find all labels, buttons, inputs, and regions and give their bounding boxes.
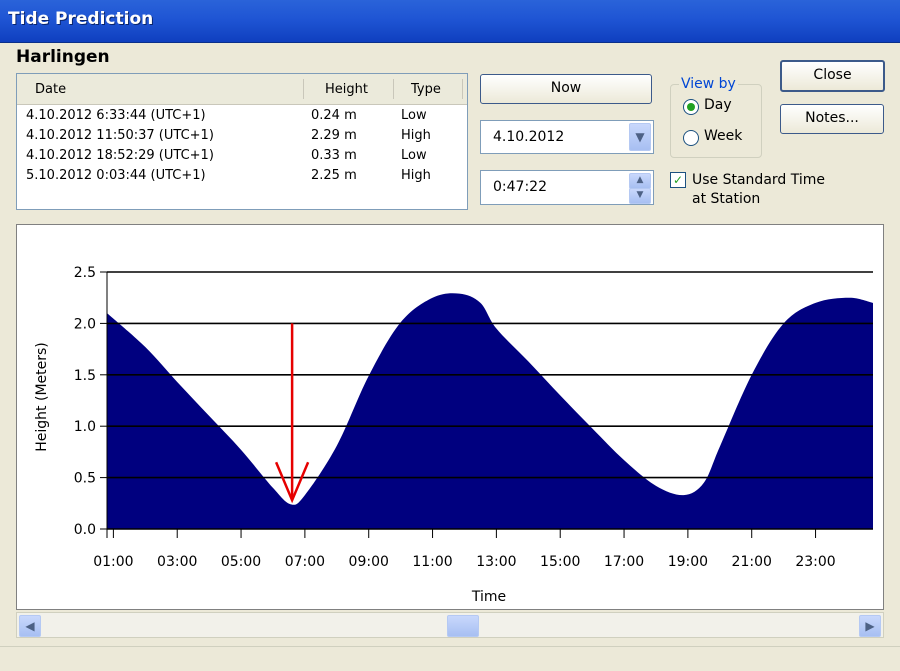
cell-height: 0.24 m [311,108,357,123]
x-tick-label: 07:00 [285,554,325,570]
title-bar[interactable]: Tide Prediction [0,0,900,43]
tide-area-series [107,293,873,529]
column-header-type[interactable]: Type [411,82,441,97]
time-stepper[interactable]: 0:47:22 ▲ ▼ [480,170,654,205]
view-week-label[interactable]: Week [704,128,742,144]
cell-date: 4.10.2012 18:52:29 (UTC+1) [26,148,214,163]
y-tick-label: 0.0 [74,522,96,538]
close-button[interactable]: Close [780,60,885,92]
time-value: 0:47:22 [493,179,547,195]
use-standard-time-line1: Use Standard Time [692,172,826,188]
cell-type: Low [401,148,427,163]
cell-height: 2.29 m [311,128,357,143]
view-by-group: View by Day Week [670,76,762,158]
scroll-left-icon[interactable]: ◀ [19,615,41,637]
table-row[interactable]: 4.10.2012 18:52:29 (UTC+1) 0.33 m Low [17,146,467,166]
x-tick-label: 09:00 [349,554,389,570]
status-bar [0,646,900,671]
use-standard-time-label[interactable]: Use Standard Time at Station [692,171,832,209]
x-tick-label: 11:00 [412,554,452,570]
window-title: Tide Prediction [8,9,154,29]
column-divider[interactable] [393,79,394,99]
station-name: Harlingen [16,47,110,67]
table-row[interactable]: 5.10.2012 0:03:44 (UTC+1) 2.25 m High [17,166,467,186]
scroll-right-icon[interactable]: ▶ [859,615,881,637]
spin-up-icon[interactable]: ▲ [629,173,651,189]
y-tick-label: 0.5 [74,471,96,487]
tide-prediction-window: Tide Prediction Harlingen Date Height Ty… [0,0,900,671]
table-header: Date Height Type [17,74,467,105]
y-tick-label: 2.0 [74,316,96,332]
x-tick-label: 13:00 [476,554,516,570]
cell-height: 2.25 m [311,168,357,183]
x-tick-label: 19:00 [668,554,708,570]
table-row[interactable]: 4.10.2012 6:33:44 (UTC+1) 0.24 m Low [17,106,467,126]
column-header-height[interactable]: Height [325,82,368,97]
use-standard-time-line2: at Station [692,191,761,207]
date-picker[interactable]: 4.10.2012 ▼ [480,120,654,154]
x-tick-label: 15:00 [540,554,580,570]
x-tick-label: 05:00 [221,554,261,570]
y-axis-title: Height (Meters) [34,342,50,452]
table-row[interactable]: 4.10.2012 11:50:37 (UTC+1) 2.29 m High [17,126,467,146]
cell-type: High [401,128,431,143]
cell-type: Low [401,108,427,123]
table-body: 4.10.2012 6:33:44 (UTC+1) 0.24 m Low 4.1… [17,106,467,186]
tide-table[interactable]: Date Height Type 4.10.2012 6:33:44 (UTC+… [16,73,468,210]
notes-button[interactable]: Notes... [780,104,884,134]
spin-down-icon[interactable]: ▼ [629,188,651,204]
view-day-label[interactable]: Day [704,97,732,113]
cell-date: 4.10.2012 11:50:37 (UTC+1) [26,128,214,143]
use-standard-time-checkbox[interactable]: ✓ [670,172,686,188]
x-tick-label: 17:00 [604,554,644,570]
x-axis-title: Time [471,589,506,605]
cell-date: 5.10.2012 0:03:44 (UTC+1) [26,168,206,183]
y-tick-label: 1.5 [74,368,96,384]
radio-selected-dot [687,103,695,111]
view-by-label: View by [679,76,738,92]
column-header-date[interactable]: Date [35,82,66,97]
cell-height: 0.33 m [311,148,357,163]
date-value: 4.10.2012 [493,129,565,145]
cell-type: High [401,168,431,183]
chevron-down-icon[interactable]: ▼ [629,123,651,151]
scroll-thumb[interactable] [447,615,479,637]
horizontal-scrollbar[interactable]: ◀ ▶ [16,612,884,638]
x-tick-label: 23:00 [795,554,835,570]
now-button[interactable]: Now [480,74,652,104]
y-tick-label: 2.5 [74,265,96,281]
column-divider[interactable] [303,79,304,99]
x-tick-label: 01:00 [93,554,133,570]
view-day-radio[interactable] [683,99,699,115]
y-tick-label: 1.0 [74,419,96,435]
x-tick-label: 21:00 [732,554,772,570]
view-week-radio[interactable] [683,130,699,146]
tide-chart-panel: 0.0 0.5 1.0 1.5 2.0 2.5 01:00 03:00 05:00 07:00 09… [16,224,884,610]
cell-date: 4.10.2012 6:33:44 (UTC+1) [26,108,206,123]
tide-chart: 0.0 0.5 1.0 1.5 2.0 2.5 01:00 03:00 05:00 07:00 09… [34,265,873,605]
x-tick-label: 03:00 [157,554,197,570]
column-divider[interactable] [462,79,463,99]
